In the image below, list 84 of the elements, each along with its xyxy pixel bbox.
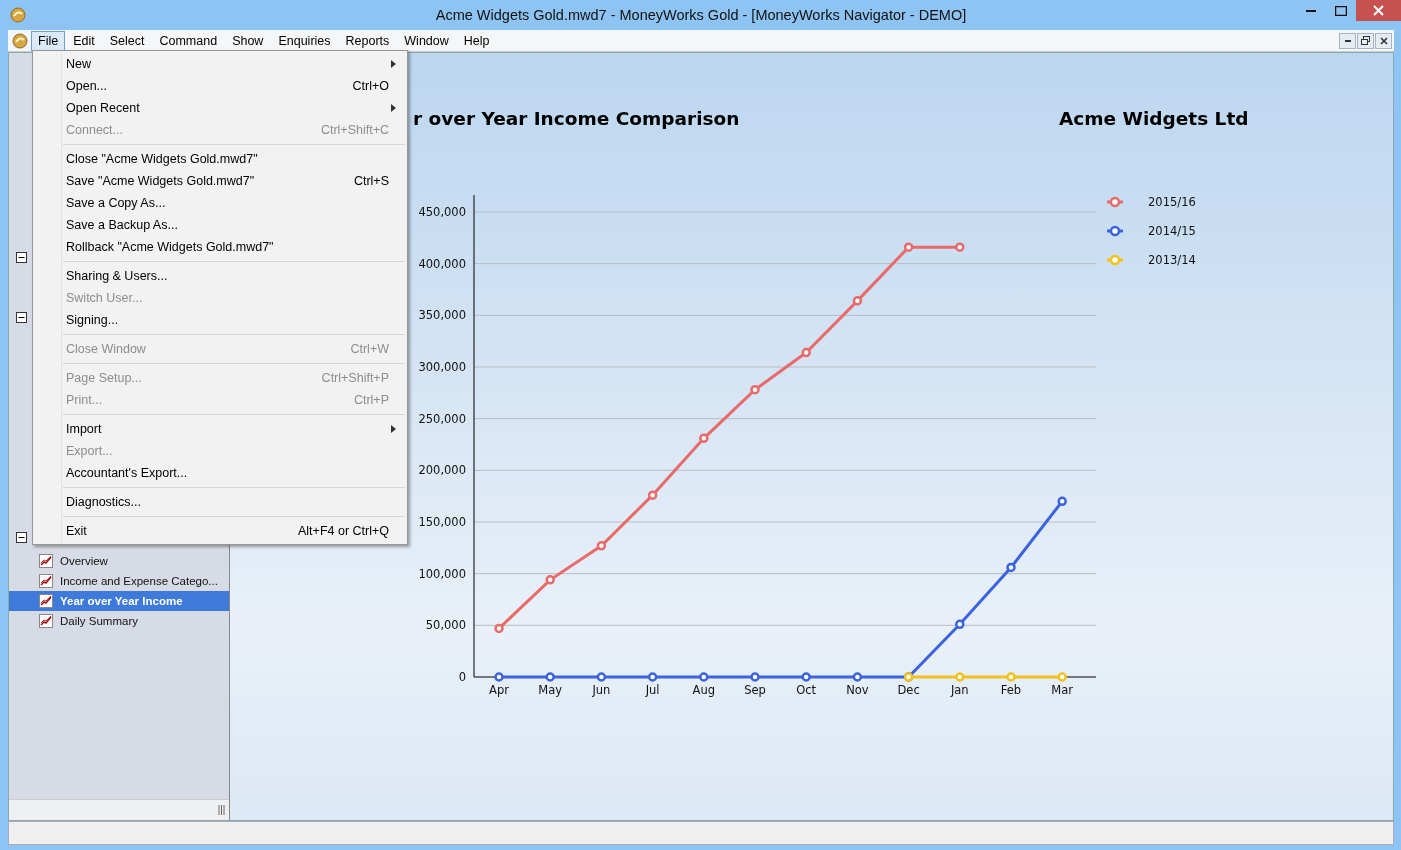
resize-grip-icon[interactable] bbox=[218, 805, 225, 815]
legend-label: 2013/14 bbox=[1148, 253, 1196, 267]
shortcut-label: Ctrl+Shift+P bbox=[321, 371, 389, 385]
menu-item[interactable]: Window bbox=[397, 30, 456, 51]
minimize-icon bbox=[1344, 39, 1351, 42]
menu-item[interactable]: Reports bbox=[338, 30, 397, 51]
report-item[interactable]: Year over Year Income bbox=[9, 591, 229, 611]
menu-item[interactable]: Show bbox=[225, 30, 271, 51]
collapse-icon[interactable] bbox=[16, 312, 27, 323]
menu-item[interactable]: File bbox=[31, 30, 66, 51]
submenu-arrow-icon bbox=[391, 425, 397, 433]
shortcut-label: Ctrl+P bbox=[353, 393, 389, 407]
line-chart-icon bbox=[39, 614, 53, 628]
x-tick-label: May bbox=[538, 683, 563, 697]
maximize-icon bbox=[1335, 5, 1347, 16]
minimize-button[interactable] bbox=[1339, 32, 1356, 49]
close-button[interactable] bbox=[1375, 32, 1392, 49]
menu-item[interactable]: Open... Ctrl+O bbox=[33, 75, 407, 97]
shortcut-label: Ctrl+S bbox=[353, 174, 389, 188]
shortcut-label: Ctrl+Shift+C bbox=[320, 123, 389, 137]
y-tick-label: 100,000 bbox=[418, 566, 466, 581]
collapse-icon[interactable] bbox=[16, 252, 27, 263]
coin-icon[interactable] bbox=[12, 32, 28, 49]
close-icon bbox=[1379, 36, 1388, 45]
x-tick-label: Apr bbox=[489, 683, 509, 697]
menu-item[interactable]: New bbox=[33, 53, 407, 75]
report-item[interactable]: Overview bbox=[9, 551, 229, 571]
x-tick-label: Mar bbox=[1051, 683, 1074, 697]
menu-item[interactable]: Accountant's Export... bbox=[33, 462, 407, 484]
x-tick-label: Nov bbox=[846, 683, 869, 697]
x-tick-label: Aug bbox=[692, 683, 716, 697]
y-tick-label: 50,000 bbox=[425, 618, 466, 633]
x-tick-label: Jul bbox=[645, 683, 660, 697]
line-chart-icon bbox=[39, 574, 53, 588]
x-tick-label: Feb bbox=[1000, 683, 1022, 697]
company-name: Acme Widgets Ltd bbox=[1059, 108, 1249, 129]
legend-label: 2015/16 bbox=[1148, 195, 1196, 209]
shortcut-label: Ctrl+W bbox=[350, 342, 389, 356]
restore-button[interactable] bbox=[1357, 32, 1374, 49]
menu-item[interactable]: Save a Copy As... bbox=[33, 192, 407, 214]
line-chart-icon bbox=[39, 594, 53, 608]
menu-item[interactable]: Sharing & Users... bbox=[33, 265, 407, 287]
shortcut-label: Alt+F4 or Ctrl+Q bbox=[298, 524, 389, 538]
menu-item[interactable]: Save "Acme Widgets Gold.mwd7" Ctrl+S bbox=[33, 170, 407, 192]
submenu-arrow-icon bbox=[391, 60, 397, 68]
chart-title: r over Year Income Comparison bbox=[413, 108, 740, 129]
menu-item[interactable]: Save a Backup As... bbox=[33, 214, 407, 236]
y-tick-label: 300,000 bbox=[418, 360, 466, 374]
line-chart-icon bbox=[39, 554, 53, 568]
menu-item[interactable]: Select bbox=[102, 30, 152, 51]
y-tick-label: 450,000 bbox=[418, 205, 466, 219]
menu-item[interactable]: Close "Acme Widgets Gold.mwd7" bbox=[33, 148, 407, 170]
menu-item[interactable]: Enquiries bbox=[271, 30, 338, 51]
menu-item[interactable]: Help bbox=[456, 30, 497, 51]
y-tick-label: 0 bbox=[458, 670, 466, 684]
legend-label: 2014/15 bbox=[1148, 224, 1196, 238]
menu-item[interactable]: Signing... bbox=[33, 309, 407, 331]
coin-icon bbox=[10, 7, 26, 23]
x-tick-label: Jan bbox=[950, 683, 969, 697]
y-tick-label: 400,000 bbox=[418, 256, 466, 271]
menu-item[interactable]: Command bbox=[152, 30, 225, 51]
y-tick-label: 200,000 bbox=[418, 463, 466, 478]
report-item[interactable]: Income and Expense Catego... bbox=[9, 571, 229, 591]
y-tick-label: 250,000 bbox=[418, 411, 466, 426]
restore-icon bbox=[1361, 36, 1370, 45]
collapse-icon[interactable] bbox=[16, 532, 27, 543]
x-tick-label: Dec bbox=[897, 683, 920, 697]
submenu-arrow-icon bbox=[391, 104, 397, 112]
x-tick-label: Jun bbox=[592, 683, 611, 697]
menu-item[interactable]: Rollback "Acme Widgets Gold.mwd7" bbox=[33, 236, 407, 258]
menu-item[interactable]: Edit bbox=[66, 30, 102, 51]
x-tick-label: Sep bbox=[744, 683, 766, 697]
shortcut-label: Ctrl+O bbox=[352, 79, 389, 93]
y-tick-label: 150,000 bbox=[418, 515, 466, 529]
menu-item[interactable]: Diagnostics... bbox=[33, 491, 407, 513]
close-icon bbox=[1373, 5, 1384, 16]
menu-item[interactable]: Open Recent bbox=[33, 97, 407, 119]
y-tick-label: 350,000 bbox=[418, 308, 466, 323]
report-item[interactable]: Daily Summary bbox=[9, 611, 229, 631]
window-title: Acme Widgets Gold.mwd7 - MoneyWorks Gold - [MoneyWorks Navigator - DEMO] bbox=[435, 7, 967, 23]
menu-item[interactable]: Exit Alt+F4 or Ctrl+Q bbox=[33, 520, 407, 542]
menu-item[interactable]: Import bbox=[33, 418, 407, 440]
x-tick-label: Oct bbox=[796, 683, 817, 697]
minimize-icon bbox=[1306, 9, 1316, 12]
